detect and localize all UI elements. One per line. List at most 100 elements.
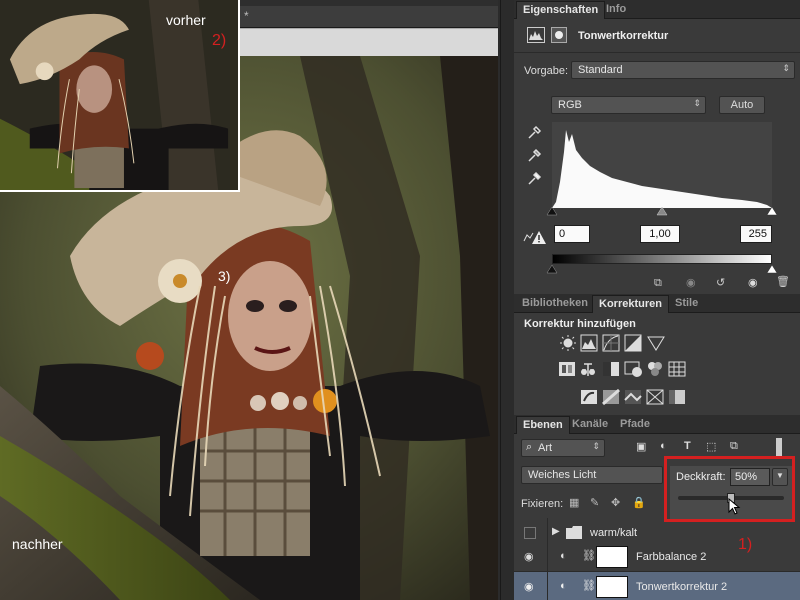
layer-mask-thumbnail[interactable]: [596, 546, 628, 568]
gradient-map-icon: [669, 390, 685, 404]
color-lookup-icon: [668, 361, 686, 377]
invert-icon: [581, 390, 597, 404]
before-label: vorher: [166, 12, 206, 28]
properties-tabbar: Eigenschaften Info: [514, 0, 800, 19]
visibility-eye-icon[interactable]: ◉: [524, 550, 534, 563]
adjustments-tabbar: Bibliotheken Korrekturen Stile: [514, 294, 800, 313]
filter-pixel-icon[interactable]: ▣: [636, 440, 646, 453]
ruler: [240, 28, 498, 56]
auto-button[interactable]: Auto: [719, 96, 765, 114]
eye-cell[interactable]: ◉: [514, 542, 548, 572]
input-gamma-field[interactable]: 1,00: [640, 225, 680, 243]
channel-value: RGB: [558, 99, 582, 111]
exposure-icon: [624, 334, 642, 352]
tab-info[interactable]: Info: [600, 1, 632, 19]
filter-shape-icon[interactable]: ⬚: [706, 440, 716, 453]
layer-filter-select[interactable]: ⌕ Art ⇕: [521, 439, 605, 457]
layer-filter-value: Art: [538, 442, 553, 454]
divider: [514, 52, 800, 53]
tab-korrekturen[interactable]: Korrekturen: [592, 295, 669, 313]
filter-type-icon[interactable]: T: [684, 440, 691, 452]
blend-mode-select[interactable]: Weiches Licht: [521, 466, 663, 484]
app-window: * vorher 2) 3) nachher Eigenschaften Inf…: [0, 0, 800, 600]
lock-label: Fixieren:: [521, 498, 564, 510]
layer-row-farbbalance[interactable]: ◉ ◐ ⛓ Farbbalance 2: [514, 542, 800, 572]
document-tab-label: *: [244, 9, 249, 23]
black-eyedropper-icon[interactable]: [526, 125, 542, 141]
selective-color-icon: [646, 389, 664, 405]
document-canvas[interactable]: * vorher 2) 3) nachher: [0, 0, 498, 600]
tab-pfade[interactable]: Pfade: [614, 416, 656, 434]
output-gradient: [552, 254, 772, 264]
expand-arrow-icon[interactable]: ▶: [552, 526, 560, 537]
input-slider[interactable]: [546, 206, 778, 216]
white-eyedropper-icon[interactable]: [526, 171, 542, 187]
posterize-icon: [602, 388, 620, 406]
histogram: [552, 122, 772, 208]
lock-all-icon[interactable]: 🔒: [632, 496, 646, 509]
threshold-icon: [624, 390, 642, 404]
updown-icon: ⇕: [693, 98, 701, 108]
layer-name: Farbbalance 2: [636, 551, 707, 563]
curves-icon: [602, 334, 620, 352]
layer-mask-thumbnail[interactable]: [596, 576, 628, 598]
before-photo: [0, 0, 240, 192]
clip-to-layer-icon[interactable]: ⧉: [654, 277, 662, 290]
chain-link-icon[interactable]: ⛓: [582, 579, 596, 592]
tab-bibliotheken[interactable]: Bibliotheken: [516, 295, 594, 313]
preset-select[interactable]: Standard ⇕: [571, 61, 795, 79]
levels-adj-icon: [580, 334, 598, 352]
channel-select[interactable]: RGB ⇕: [551, 96, 706, 114]
tab-kanaele[interactable]: Kanäle: [566, 416, 614, 434]
marker-2: 2): [212, 32, 227, 49]
tab-ebenen[interactable]: Ebenen: [516, 416, 570, 434]
layers-tabbar: Ebenen Kanäle Pfade: [514, 415, 800, 434]
tab-eigenschaften[interactable]: Eigenschaften: [516, 1, 606, 19]
levels-layer-icon: ◐: [560, 580, 567, 592]
visibility-eye-icon[interactable]: ◉: [524, 580, 534, 593]
input-black-field[interactable]: 0: [554, 225, 590, 243]
blend-mode-value: Weiches Licht: [528, 469, 597, 481]
layer-name: warm/kalt: [590, 527, 638, 539]
preset-label: Vorgabe:: [524, 65, 569, 77]
panel-separator: [498, 0, 514, 600]
folder-icon: [566, 526, 582, 539]
updown-icon: ⇕: [782, 63, 790, 73]
layer-row-tonwertkorrektur[interactable]: ◉ ◐ ⛓ Tonwertkorrektur 2: [514, 572, 800, 600]
adjustment-title: Tonwertkorrektur: [578, 30, 669, 42]
mask-icon[interactable]: [551, 27, 567, 43]
eye-cell[interactable]: ◉: [514, 572, 548, 600]
view-previous-icon[interactable]: ◉: [686, 276, 696, 289]
trash-icon[interactable]: 🗑: [776, 275, 790, 288]
clipping-warning-icon[interactable]: [522, 229, 546, 245]
output-slider[interactable]: [546, 264, 778, 274]
levels-icon: [527, 27, 545, 43]
color-balance-icon: [581, 363, 595, 376]
chain-link-icon[interactable]: ⛓: [582, 549, 596, 562]
annotation-highlight: [664, 456, 795, 522]
gray-eyedropper-icon[interactable]: [526, 148, 542, 164]
search-icon: ⌕: [526, 441, 533, 453]
tab-stile[interactable]: Stile: [669, 295, 704, 313]
marker-1: 1): [738, 536, 753, 553]
filter-toggle[interactable]: [776, 438, 782, 458]
color-balance-layer-icon: ◐: [560, 550, 567, 562]
hue-saturation-icon: [559, 362, 575, 376]
lock-transparency-icon[interactable]: ▦: [569, 496, 579, 509]
photo-filter-icon: [624, 361, 642, 377]
lock-brush-icon[interactable]: ✎: [590, 496, 599, 509]
adjustments-heading: Korrektur hinzufügen: [524, 318, 636, 330]
filter-smart-object-icon[interactable]: ⧉: [730, 440, 738, 453]
lock-move-icon[interactable]: ✥: [611, 496, 620, 509]
channel-mixer-icon: [648, 362, 662, 376]
reset-icon[interactable]: ↺: [716, 276, 725, 289]
input-white-field[interactable]: 255: [740, 225, 772, 243]
visibility-eye-icon[interactable]: ◉: [748, 276, 758, 289]
updown-icon: ⇕: [592, 441, 600, 451]
layer-name: Tonwertkorrektur 2: [636, 581, 728, 593]
marker-3: 3): [218, 268, 231, 284]
filter-adjustment-icon[interactable]: ◐: [660, 440, 667, 452]
preset-value: Standard: [578, 64, 623, 76]
document-tab[interactable]: *: [240, 6, 498, 28]
vibrance-icon: [647, 336, 665, 351]
